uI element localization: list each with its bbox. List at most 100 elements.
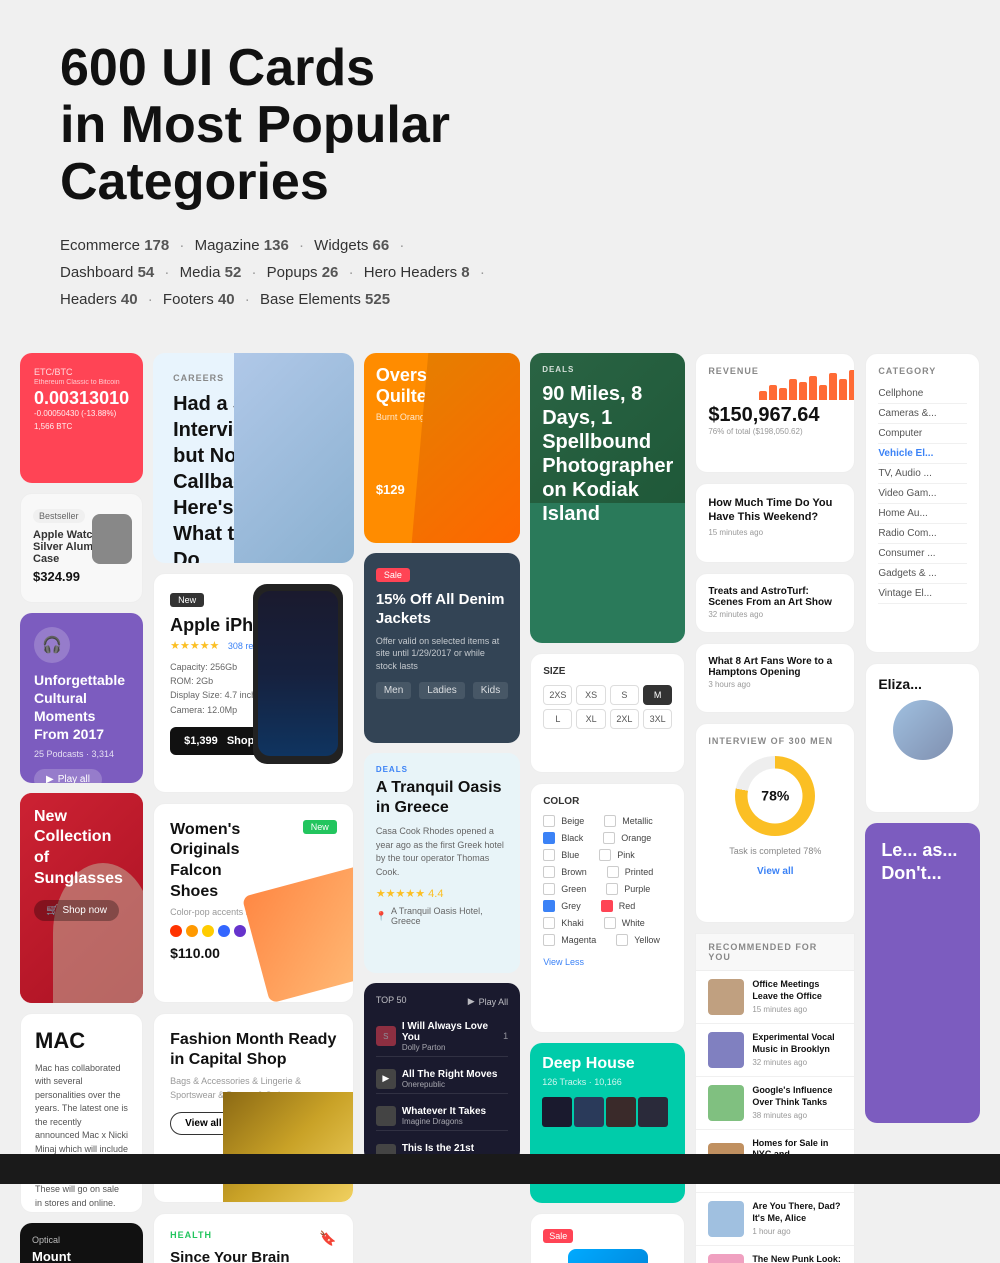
color-check-grey[interactable] [543,900,555,912]
question-title: How Much Time Do You Have This Weekend? [708,496,842,525]
shoes-card: New Women's Originals Falcon Shoes Color… [153,803,354,1003]
size-2xs[interactable]: 2XS [543,685,572,705]
track-2: ▶ All The Right Moves Onerepublic [376,1065,508,1094]
play-all-button[interactable]: ▶ Play All [468,996,508,1007]
revenue-amount: $150,967.64 [708,404,842,427]
cat-computer[interactable]: Computer [878,424,967,444]
page-title: 600 UI Cards in Most Popular Categories [60,40,940,212]
cat-consumer[interactable]: Consumer ... [878,544,967,564]
watch-image [92,514,132,564]
iphone-stars: ★★★★★ [170,640,219,652]
interview-label: INTERVIEW OF 300 MEN [708,736,842,746]
cat-video[interactable]: Video Gam... [878,484,967,504]
sunglasses-card: New Collection of Sunglasses 🛒 Shop now [20,793,143,1003]
cat-vehicle[interactable]: Vehicle El... [878,444,967,464]
column-3: Oversized Quilted Parka Burnt Orange/Whi… [364,353,520,1263]
cat-cellphone[interactable]: Cellphone [878,384,967,404]
sunglasses-title: New Collection of Sunglasses [34,807,129,890]
camera-image: 📷 [568,1249,648,1263]
color-check-blue[interactable] [543,849,555,861]
cat-vintage[interactable]: Vintage El... [878,584,967,604]
column-1: ETC/BTC Ethereum Classic to Bitcoin 0.00… [20,353,143,1263]
color-check-khaki[interactable] [543,917,555,929]
color-check-purple[interactable] [606,883,618,895]
fans-time: 3 hours ago [708,680,842,689]
color-check-black[interactable] [543,832,555,844]
crypto-card: ETC/BTC Ethereum Classic to Bitcoin 0.00… [20,353,143,483]
cat-radio[interactable]: Radio Com... [878,524,967,544]
color-options: Beige Metallic Black [543,815,672,951]
mac-logo: MAC [35,1028,128,1054]
art-thumb-1 [542,1097,572,1127]
music-card: TOP 50 ▶ Play All S I Will Always Love Y… [364,983,520,1163]
denim-link-ladies[interactable]: Ladies [419,682,464,699]
play-button[interactable]: ▶ Play all [34,769,102,782]
art-thumb-3 [606,1097,636,1127]
color-check-pink[interactable] [599,849,611,861]
color-check-red[interactable] [601,900,613,912]
careers-person-image [234,353,354,563]
artwork-strip [542,1097,673,1127]
play-all-icon: ▶ [468,996,475,1007]
cat-home[interactable]: Home Au... [878,504,967,524]
track-3: Whatever It Takes Imagine Dragons [376,1102,508,1131]
interview-view-all[interactable]: View all [708,866,842,877]
cat-cameras[interactable]: Cameras &... [878,404,967,424]
eliza-name: Eliza... [878,676,967,692]
size-2xl[interactable]: 2XL [610,709,639,729]
color-check-beige[interactable] [543,815,555,827]
size-xs[interactable]: XS [576,685,605,705]
podcast-card: 🎧 Unforgettable Cultural Moments From 20… [20,613,143,783]
revenue-chart [759,370,855,400]
crypto-subtitle: Ethereum Classic to Bitcoin [34,379,129,386]
color-check-green[interactable] [543,883,555,895]
deals-tag: DEALS [542,365,673,374]
cat-tv[interactable]: TV, Audio ... [878,464,967,484]
music-tracks: S I Will Always Love You Dolly Parton 1 … [376,1017,508,1163]
deep-house-tracks: 126 Tracks · 10,166 [542,1077,673,1087]
color-picker-card: COLOR Beige Metallic [530,783,685,1033]
color-check-magenta[interactable] [543,934,555,946]
rec-thumb-1 [708,979,744,1015]
color-check-metallic[interactable] [604,815,616,827]
rec-thumb-2 [708,1032,744,1068]
rec-thumb-3 [708,1085,744,1121]
size-xl[interactable]: XL [576,709,605,729]
revenue-label: REVENUE [708,366,759,376]
sunglasses-shop-button[interactable]: 🛒 Shop now [34,900,119,921]
size-s[interactable]: S [610,685,639,705]
color-check-orange[interactable] [603,832,615,844]
iphone-image [253,584,343,764]
cart-icon: 🛒 [46,905,58,916]
color-dot-red[interactable] [170,925,182,937]
color-check-yellow[interactable] [616,934,628,946]
oasis-desc: Casa Cook Rhodes opened a year ago as th… [376,825,508,879]
cards-grid: ETC/BTC Ethereum Classic to Bitcoin 0.00… [0,343,1000,1263]
color-check-printed[interactable] [607,866,619,878]
color-check-brown[interactable] [543,866,555,878]
size-m[interactable]: M [643,685,672,705]
iphone-card: New Apple iPhone X ★★★★★ 308 reviews Cap… [153,573,354,793]
rec-thumb-6 [708,1254,744,1263]
question-time: 15 minutes ago [708,528,842,537]
column-5: REVENUE $150,967.64 76% [695,353,855,1263]
cat-gadgets[interactable]: Gadgets & ... [878,564,967,584]
column-2: CAREERS Had a Job Interview but No Callb… [153,353,354,1263]
watch-price: $324.99 [33,569,130,584]
size-3xl[interactable]: 3XL [643,709,672,729]
rec-item-1: Office Meetings Leave the Office 15 minu… [696,971,854,1024]
deals-photographer-card: DEALS 90 Miles, 8 Days, 1 Spellbound Pho… [530,353,685,643]
view-less-button[interactable]: View Less [543,957,672,967]
bookmark-icon[interactable]: 🔖 [319,1230,336,1247]
denim-links: Men Ladies Kids [376,682,508,699]
size-grid: 2XS XS S M L XL 2XL 3XL [543,685,672,729]
denim-link-kids[interactable]: Kids [473,682,508,699]
color-check-white[interactable] [604,917,616,929]
art-show-time: 32 minutes ago [708,610,842,619]
rec-item-3: Google's Influence Over Think Tanks 38 m… [696,1077,854,1130]
interview-task: Task is completed 78% [708,846,842,856]
art-show-title: Treats and AstroTurf: Scenes From an Art… [708,586,842,608]
oasis-title: A Tranquil Oasis in Greece [376,778,508,820]
size-l[interactable]: L [543,709,572,729]
denim-link-men[interactable]: Men [376,682,411,699]
